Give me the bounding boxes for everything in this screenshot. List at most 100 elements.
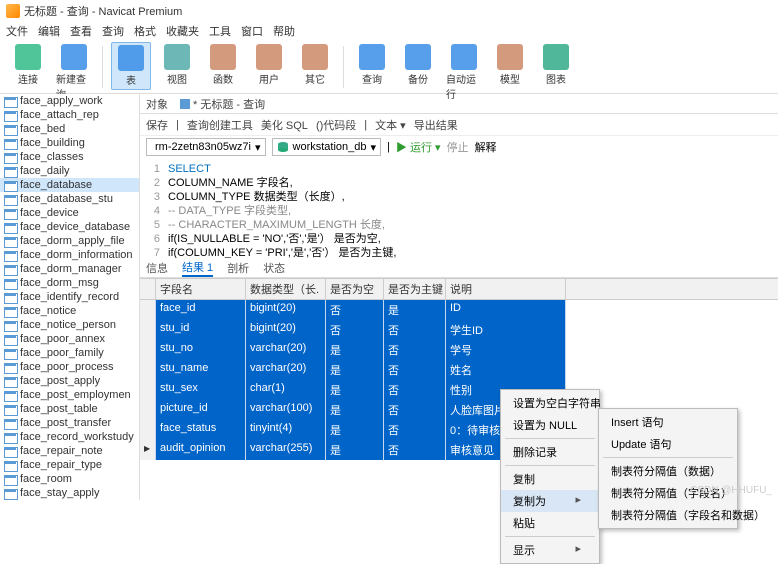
menu-item[interactable]: 设置为空白字符串 xyxy=(501,392,599,414)
text-button[interactable]: 文本 ▾ xyxy=(375,117,406,133)
menu-窗口[interactable]: 窗口 xyxy=(241,23,263,39)
run-button[interactable]: ▶ 运行 ▾ xyxy=(396,139,441,155)
table-icon xyxy=(4,138,17,149)
sidebar-item[interactable]: face_poor_process xyxy=(0,360,139,374)
sidebar-item[interactable]: face_poor_annex xyxy=(0,332,139,346)
toolbar-视图[interactable]: 视图 xyxy=(157,42,197,88)
sidebar-item[interactable]: face_notice xyxy=(0,304,139,318)
sidebar-item[interactable]: face_record_workstudy xyxy=(0,430,139,444)
menu-文件[interactable]: 文件 xyxy=(6,23,28,39)
result-tab[interactable]: 剖析 xyxy=(227,260,249,276)
toolbar-表[interactable]: 表 xyxy=(111,42,151,90)
sidebar-item[interactable]: face_post_table xyxy=(0,402,139,416)
toolbar-icon xyxy=(359,44,385,70)
result-tabs[interactable]: 信息结果 1 剖析状态 xyxy=(140,258,778,278)
sidebar-item[interactable]: face_database xyxy=(0,178,139,192)
menu-格式[interactable]: 格式 xyxy=(134,23,156,39)
explain-button[interactable]: 解释 xyxy=(475,139,497,155)
sidebar-item[interactable]: face_identify_record xyxy=(0,290,139,304)
result-tab[interactable]: 结果 1 xyxy=(182,259,213,277)
menu-item[interactable]: 显示 xyxy=(501,539,599,561)
sidebar-item[interactable]: face_bed xyxy=(0,122,139,136)
table-icon xyxy=(4,376,17,387)
sidebar-table-list[interactable]: face_apply_workface_attach_repface_bedfa… xyxy=(0,94,140,500)
toolbar-用户[interactable]: 用户 xyxy=(249,42,289,88)
context-submenu[interactable]: Insert 语句Update 语句制表符分隔值（数据）制表符分隔值（字段名）制… xyxy=(598,408,738,529)
table-icon xyxy=(4,418,17,429)
sidebar-item[interactable]: face_dorm_msg xyxy=(0,276,139,290)
result-tab[interactable]: 状态 xyxy=(263,260,285,276)
sidebar-item[interactable]: face_dorm_information xyxy=(0,248,139,262)
sidebar-item[interactable]: face_post_transfer xyxy=(0,416,139,430)
menubar[interactable]: 文件编辑查看查询格式收藏夹工具窗口帮助 xyxy=(0,22,778,40)
menu-查看[interactable]: 查看 xyxy=(70,23,92,39)
sidebar-item[interactable]: face_device_database xyxy=(0,220,139,234)
connection-select[interactable]: rm-2zetn83n05wz7i▾ xyxy=(146,138,266,156)
table-icon xyxy=(4,446,17,457)
toolbar-连接[interactable]: 连接 xyxy=(8,42,48,88)
table-row[interactable]: stu_namevarchar(20)是否姓名 xyxy=(140,360,778,380)
toolbar-其它[interactable]: 其它 xyxy=(295,42,335,88)
query-toolbar[interactable]: 保存| 查询创建工具 美化 SQL ()代码段| 文本 ▾ 导出结果 xyxy=(140,114,778,136)
menu-item[interactable]: 设置为 NULL xyxy=(501,414,599,436)
table-icon xyxy=(4,222,17,233)
sidebar-item[interactable]: face_attach_rep xyxy=(0,108,139,122)
table-row[interactable]: stu_idbigint(20)否否学生ID xyxy=(140,320,778,340)
menu-item[interactable]: 复制 xyxy=(501,468,599,490)
table-row[interactable]: stu_novarchar(20)是否学号 xyxy=(140,340,778,360)
table-icon xyxy=(4,474,17,485)
menu-查询[interactable]: 查询 xyxy=(102,23,124,39)
sidebar-item[interactable]: face_apply_work xyxy=(0,94,139,108)
table-icon xyxy=(4,334,17,345)
context-menu[interactable]: 设置为空白字符串设置为 NULL 删除记录复制复制为粘贴显示 xyxy=(500,389,600,564)
beautify-sql-button[interactable]: 美化 SQL xyxy=(261,117,308,133)
sidebar-item[interactable]: face_room xyxy=(0,472,139,486)
code-snippet-button[interactable]: ()代码段 xyxy=(316,117,356,133)
menu-item[interactable]: Update 语句 xyxy=(599,433,737,455)
database-select[interactable]: workstation_db▾ xyxy=(272,138,382,156)
sidebar-item[interactable]: face_repair_note xyxy=(0,444,139,458)
sidebar-item[interactable]: face_daily xyxy=(0,164,139,178)
toolbar-函数[interactable]: 函数 xyxy=(203,42,243,88)
toolbar-icon xyxy=(164,44,190,70)
menu-item[interactable]: 粘贴 xyxy=(501,512,599,534)
watermark: CSDN @HHUFU_ xyxy=(690,485,772,496)
sidebar-item[interactable]: face_database_stu xyxy=(0,192,139,206)
menu-编辑[interactable]: 编辑 xyxy=(38,23,60,39)
sidebar-item[interactable]: face_building xyxy=(0,136,139,150)
menu-item[interactable]: 删除记录 xyxy=(501,441,599,463)
sidebar-item[interactable]: face_device xyxy=(0,206,139,220)
query-builder-button[interactable]: 查询创建工具 xyxy=(187,117,253,133)
sidebar-item[interactable]: face_repair_type xyxy=(0,458,139,472)
table-icon xyxy=(4,362,17,373)
menu-收藏夹[interactable]: 收藏夹 xyxy=(166,23,199,39)
table-icon xyxy=(4,278,17,289)
sql-editor[interactable]: 1SELECT2 COLUMN_NAME 字段名,3 COLUMN_TYPE 数… xyxy=(140,158,778,258)
toolbar-查询[interactable]: 查询 xyxy=(352,42,392,88)
toolbar-图表[interactable]: 图表 xyxy=(536,42,576,88)
editor-tabbar[interactable]: 对象 * 无标题 - 查询 xyxy=(140,94,778,114)
sidebar-item[interactable]: face_classes xyxy=(0,150,139,164)
menu-帮助[interactable]: 帮助 xyxy=(273,23,295,39)
sidebar-item[interactable]: face_post_apply xyxy=(0,374,139,388)
sidebar-item[interactable]: face_dorm_apply_file xyxy=(0,234,139,248)
sidebar-item[interactable]: face_poor_family xyxy=(0,346,139,360)
menu-item[interactable]: Insert 语句 xyxy=(599,411,737,433)
menu-item[interactable]: 复制为 xyxy=(501,490,599,512)
sidebar-item[interactable]: face_notice_person xyxy=(0,318,139,332)
table-icon xyxy=(4,390,17,401)
export-button[interactable]: 导出结果 xyxy=(414,117,458,133)
sidebar-item[interactable]: face_post_employmen xyxy=(0,388,139,402)
save-button[interactable]: 保存 xyxy=(146,117,168,133)
result-tab[interactable]: 信息 xyxy=(146,260,168,276)
toolbar-备份[interactable]: 备份 xyxy=(398,42,438,88)
table-row[interactable]: stu_sexchar(1)是否性别 xyxy=(140,380,778,400)
sidebar-item[interactable]: face_stay_apply xyxy=(0,486,139,500)
sidebar-item[interactable]: face_dorm_manager xyxy=(0,262,139,276)
menu-item[interactable]: 制表符分隔值（数据） xyxy=(599,460,737,482)
menu-工具[interactable]: 工具 xyxy=(209,23,231,39)
toolbar-模型[interactable]: 模型 xyxy=(490,42,530,88)
menu-item[interactable]: 制表符分隔值（字段名和数据） xyxy=(599,504,737,526)
table-row[interactable]: face_idbigint(20)否是ID xyxy=(140,300,778,320)
tab-query: * 无标题 - 查询 xyxy=(180,96,265,112)
